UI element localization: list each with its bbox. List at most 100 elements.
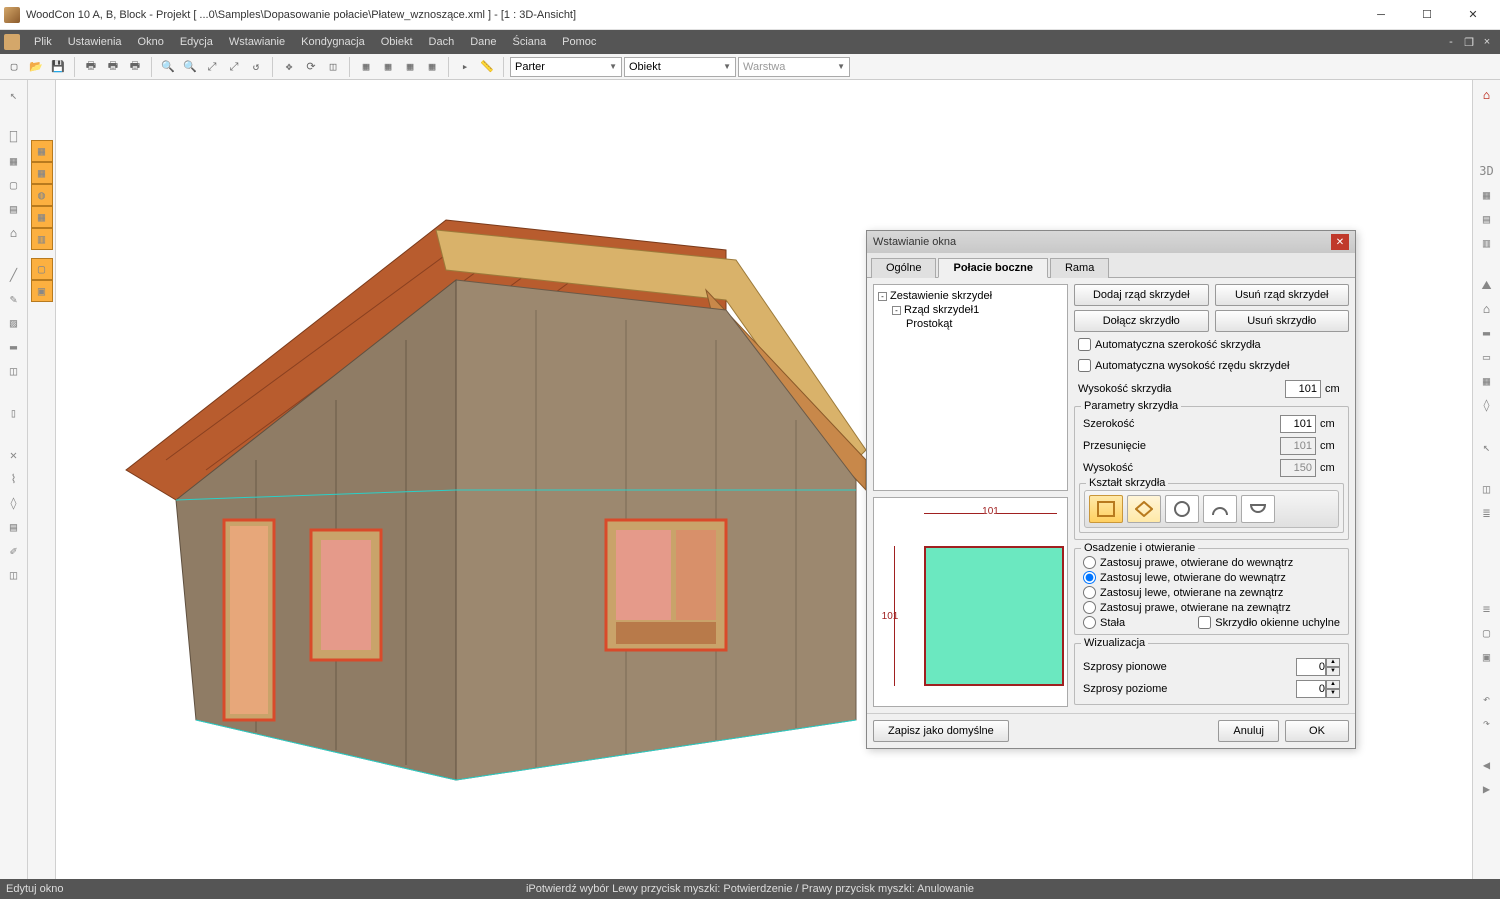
menu-edycja[interactable]: Edycja [172,30,221,54]
x2-tool-icon[interactable]: ⌇ [3,468,25,490]
window-tool-icon[interactable]: ▦ [3,150,25,172]
minimize-button[interactable]: ─ [1358,0,1404,30]
close-button[interactable]: ✕ [1450,0,1496,30]
tilt-check[interactable] [1198,616,1211,629]
subtool-6-icon[interactable]: ▢ [31,258,53,280]
menu-obiekt[interactable]: Obiekt [373,30,421,54]
radio-left-out[interactable]: Zastosuj lewe, otwierane na zewnątrz [1079,585,1344,600]
subtool-5-icon[interactable]: ▥ [31,228,53,250]
object-combo[interactable]: Obiekt▼ [624,57,736,77]
r-eraser-icon[interactable]: ◊ [1476,394,1498,416]
radio-right-out[interactable]: Zastosuj prawe, otwierane na zewnątrz [1079,600,1344,615]
mdi-restore-icon[interactable]: ❐ [1460,36,1478,49]
r-layer-icon[interactable]: ≣ [1476,502,1498,524]
spros-h-spin[interactable]: ▲▼ [1326,680,1340,698]
draw-tool-icon[interactable]: ✎ [3,288,25,310]
select-tool-icon[interactable]: ↖ [3,84,25,106]
mdi-minimize-icon[interactable]: - [1442,36,1460,49]
save-icon[interactable]: 💾 [48,57,68,77]
zoom-window-icon[interactable]: ⤢ [224,57,244,77]
r-redo-icon[interactable]: ↷ [1476,712,1498,734]
line-tool-icon[interactable]: ╱ [3,264,25,286]
r-sq1-icon[interactable]: ▢ [1476,622,1498,644]
menu-pomoc[interactable]: Pomoc [554,30,604,54]
ok-button[interactable]: OK [1285,720,1349,742]
x1-tool-icon[interactable]: ✕ [3,444,25,466]
grid3-icon[interactable]: ▦ [400,57,420,77]
home-tool-icon[interactable]: ⌂ [3,222,25,244]
menu-sciana[interactable]: Ściana [505,30,555,54]
zoom-out-icon[interactable]: 🔍 [180,57,200,77]
add-row-button[interactable]: Dodaj rząd skrzydeł [1074,284,1209,306]
cancel-button[interactable]: Anuluj [1218,720,1279,742]
r-left-icon[interactable]: ◀ [1476,754,1498,776]
tab-side[interactable]: Połacie boczne [938,258,1047,278]
shape-halfround[interactable] [1241,495,1275,523]
hatch-tool-icon[interactable]: ▨ [3,312,25,334]
tab-frame[interactable]: Rama [1050,258,1109,278]
spros-v-input[interactable] [1296,658,1326,676]
auto-width-check[interactable]: Automatyczna szerokość skrzydła [1074,336,1349,353]
move-icon[interactable]: ✥ [279,57,299,77]
stairs-tool-icon[interactable]: ▤ [3,198,25,220]
menu-dach[interactable]: Dach [421,30,463,54]
menu-kondygnacja[interactable]: Kondygnacja [293,30,373,54]
zoom-fit-icon[interactable]: ⤢ [202,57,222,77]
subtool-4-icon[interactable]: ▦ [31,206,53,228]
radio-fixed[interactable]: Stała Skrzydło okienne uchylne [1079,615,1344,630]
door-tool-icon[interactable]: ⎕ [3,126,25,148]
r-house-icon[interactable]: ⌂ [1476,298,1498,320]
dialog-close-button[interactable]: ✕ [1331,234,1349,250]
opening-tool-icon[interactable]: ▢ [3,174,25,196]
x5-tool-icon[interactable]: ✐ [3,540,25,562]
shape-rect[interactable] [1089,495,1123,523]
chimney-tool-icon[interactable]: ▯ [3,402,25,424]
floor-combo[interactable]: Parter▼ [510,57,622,77]
subtool-7-icon[interactable]: ▣ [31,280,53,302]
grid1-icon[interactable]: ▦ [356,57,376,77]
shape-arch[interactable] [1203,495,1237,523]
save-default-button[interactable]: Zapisz jako domyślne [873,720,1009,742]
subtool-3-icon[interactable]: ◍ [31,184,53,206]
measure-icon[interactable]: 📏 [477,57,497,77]
pointer-icon[interactable]: ▸ [455,57,475,77]
grid2-icon[interactable]: ▦ [378,57,398,77]
r-undo-icon[interactable]: ↶ [1476,688,1498,710]
menu-dane[interactable]: Dane [462,30,504,54]
r-roof-icon[interactable]: ⛰ [1476,274,1498,296]
3d-viewport[interactable]: Wstawianie okna ✕ Ogólne Połacie boczne … [56,80,1472,879]
block-tool-icon[interactable]: ◫ [3,360,25,382]
x3-tool-icon[interactable]: ◊ [3,492,25,514]
dialog-titlebar[interactable]: Wstawianie okna ✕ [867,231,1355,253]
menu-ustawienia[interactable]: Ustawienia [60,30,130,54]
print-preview-icon[interactable]: 🖶 [103,57,123,77]
layer-combo[interactable]: Warstwa▼ [738,57,850,77]
r-3d-icon[interactable]: 3D [1476,160,1498,182]
zoom-in-icon[interactable]: 🔍 [158,57,178,77]
r-copy-icon[interactable]: ◫ [1476,478,1498,500]
r-grid-icon[interactable]: ▦ [1476,370,1498,392]
mdi-close-icon[interactable]: × [1478,36,1496,49]
add-sash-button[interactable]: Dołącz skrzydło [1074,310,1209,332]
radio-right-in[interactable]: Zastosuj prawe, otwierane do wewnątrz [1079,555,1344,570]
menu-wstawianie[interactable]: Wstawianie [221,30,293,54]
cube-icon[interactable]: ◫ [323,57,343,77]
r-right-icon[interactable]: ▶ [1476,778,1498,800]
print-icon[interactable]: 🖶 [81,57,101,77]
tab-general[interactable]: Ogólne [871,258,936,278]
x6-tool-icon[interactable]: ◫ [3,564,25,586]
zoom-prev-icon[interactable]: ↺ [246,57,266,77]
new-icon[interactable]: ▢ [4,57,24,77]
r-beam-icon[interactable]: ▭ [1476,346,1498,368]
subtool-1-icon[interactable]: ▦ [31,140,53,162]
plate-tool-icon[interactable]: ▬ [3,336,25,358]
r-view2-icon[interactable]: ▤ [1476,208,1498,230]
shape-diamond[interactable] [1127,495,1161,523]
grid4-icon[interactable]: ▦ [422,57,442,77]
sash-height-input[interactable] [1285,380,1321,398]
print2-icon[interactable]: 🖶 [125,57,145,77]
width-input[interactable] [1280,415,1316,433]
x4-tool-icon[interactable]: ▤ [3,516,25,538]
auto-height-check[interactable]: Automatyczna wysokość rzędu skrzydeł [1074,357,1349,374]
r-wall-icon[interactable]: ▬ [1476,322,1498,344]
